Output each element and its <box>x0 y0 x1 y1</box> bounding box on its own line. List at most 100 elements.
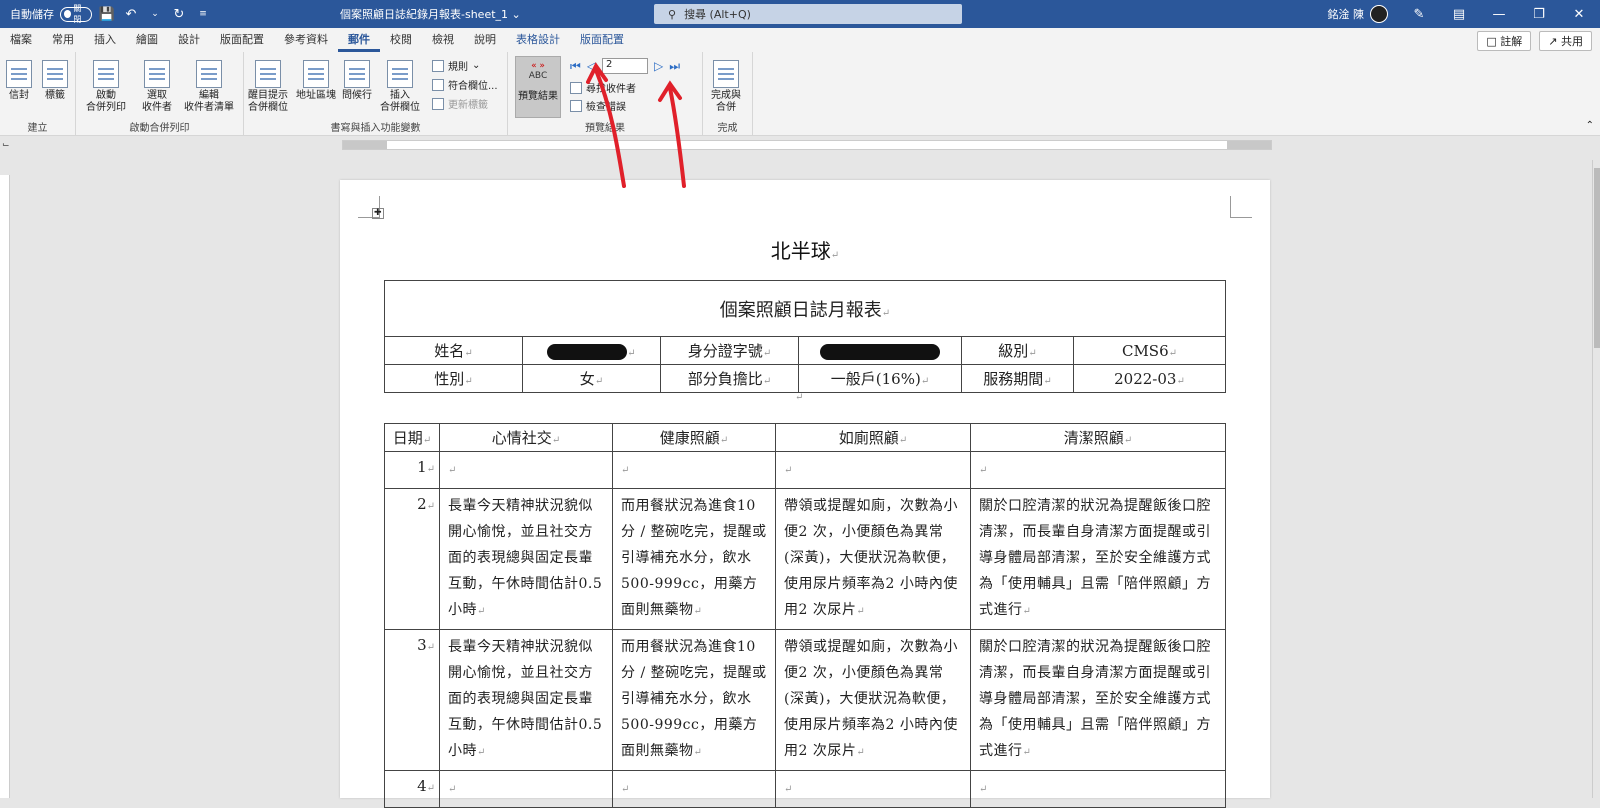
tab-3[interactable]: 繪圖 <box>126 28 168 52</box>
redacted-id <box>820 343 940 360</box>
rules-icon <box>432 59 444 72</box>
collapse-ribbon-icon[interactable]: ⌃ <box>1586 120 1594 131</box>
check-errors-button[interactable]: 檢查錯誤 <box>570 98 626 113</box>
tab-7[interactable]: 郵件 <box>338 28 380 52</box>
finish-merge-icon <box>713 60 739 88</box>
greeting-icon <box>344 60 370 88</box>
restore-icon[interactable]: ❐ <box>1530 5 1548 23</box>
user-name: 銘淦 陳 <box>1327 8 1365 21</box>
toggle-knob-icon <box>64 10 72 18</box>
select-recipients-button[interactable]: 選取 收件者 <box>142 60 172 114</box>
search-box[interactable]: ⚲ 搜尋 (Alt+Q) <box>654 4 962 24</box>
highlight-merge-fields-button[interactable]: 醒目提示 合併欄位 <box>248 60 288 114</box>
tab-5[interactable]: 版面配置 <box>210 28 274 52</box>
recipients-icon <box>144 60 170 88</box>
customize-toolbar-icon[interactable]: ≡ <box>194 5 212 23</box>
tab-11[interactable]: 表格設計 <box>506 28 570 52</box>
toilet-cell: 帶領或提醒如廁，次數為小便2 次，小便顏色為異常(深黃)，大便狀況為軟便，使用尿… <box>775 488 971 630</box>
autosave-toggle[interactable]: 關閉 <box>60 4 92 24</box>
minimize-icon[interactable]: — <box>1490 5 1508 23</box>
finish-merge-button[interactable]: 完成與 合併 <box>711 60 741 114</box>
ribbon: 信封 標籤 建立 啟動 合併列印 選取 收件者 編輯 收件者清單 啟動合併列印 … <box>0 52 1600 136</box>
previous-record-icon[interactable]: ◁ <box>587 59 596 73</box>
mood-cell: 長輩今天精神狀況貌似開心愉悅，並且社交方面的表現總與固定長輩互動，午休時間估計0… <box>439 488 613 630</box>
gender-label-cell: 性別↵ <box>384 364 523 393</box>
health-cell: 而用餐狀況為進食10分 / 整碗吃完，提醒或引導補充水分，飲水500-999cc… <box>612 488 776 630</box>
last-record-icon[interactable]: ⏭ <box>669 59 680 74</box>
id-value-cell <box>798 336 962 365</box>
abc-icon: ABC <box>528 71 548 81</box>
gender-value-cell: 女↵ <box>522 364 661 393</box>
level-value-cell: CMS6↵ <box>1073 336 1226 365</box>
tab-10[interactable]: 說明 <box>464 28 506 52</box>
tab-1[interactable]: 常用 <box>42 28 84 52</box>
designer-pen-icon[interactable]: ✎ <box>1410 5 1428 23</box>
find-recipient-button[interactable]: 尋找收件者 <box>570 80 636 95</box>
update-labels-icon <box>432 97 444 110</box>
tab-2[interactable]: 插入 <box>84 28 126 52</box>
header-cell: 清潔照顧↵ <box>970 423 1226 452</box>
chevron-down-icon[interactable]: ⌄ <box>146 5 164 23</box>
tab-12[interactable]: 版面配置 <box>570 28 634 52</box>
start-mail-merge-button[interactable]: 啟動 合併列印 <box>86 60 126 114</box>
rules-button[interactable]: 規則 ⌄ <box>432 58 480 73</box>
envelope-icon <box>6 60 32 88</box>
tab-9[interactable]: 檢視 <box>422 28 464 52</box>
document-title[interactable]: 個案照顧日誌紀錄月報表-sheet_1 ⌄ <box>340 6 521 22</box>
next-record-icon[interactable]: ▷ <box>654 59 663 73</box>
tab-4[interactable]: 設計 <box>168 28 210 52</box>
ribbon-display-icon[interactable]: ▤ <box>1450 5 1468 23</box>
table-move-handle-icon[interactable]: ✚ <box>372 208 384 219</box>
clean-cell: ↵ <box>970 770 1226 808</box>
update-labels-button[interactable]: 更新標籤 <box>432 96 488 111</box>
table-row: 3↵ 長輩今天精神狀況貌似開心愉悅，並且社交方面的表現總與固定長輩互動，午休時間… <box>384 629 1226 771</box>
search-icon: ⚲ <box>668 7 677 21</box>
level-label-cell: 級別↵ <box>961 336 1074 365</box>
report-title-cell: 個案照顧日誌月報表↵ <box>384 280 1226 337</box>
close-icon[interactable]: ✕ <box>1570 5 1588 23</box>
table-row: 1↵ ↵ ↵ ↵ ↵ <box>384 451 1226 489</box>
ruler-margin-right <box>1227 141 1271 149</box>
user-account[interactable]: 銘淦 陳 <box>1327 5 1388 23</box>
share-button[interactable]: ↗ 共用 <box>1539 31 1592 51</box>
group-label: 建立 <box>27 123 48 134</box>
greeting-line-button[interactable]: 問候行 <box>342 60 372 102</box>
labels-icon <box>42 60 68 88</box>
address-block-button[interactable]: 地址區塊 <box>296 60 336 102</box>
first-record-icon[interactable]: ⏮ <box>570 59 581 74</box>
tab-8[interactable]: 校閱 <box>380 28 422 52</box>
copay-value-cell: 一般戶(16%)↵ <box>798 364 962 393</box>
period-label-cell: 服務期間↵ <box>961 364 1074 393</box>
edit-recipient-list-button[interactable]: 編輯 收件者清單 <box>184 60 234 114</box>
redacted-name <box>547 343 628 360</box>
tab-0[interactable]: 檔案 <box>0 28 42 52</box>
record-navigation: ⏮ ◁ 2 ▷ ⏭ <box>570 58 680 74</box>
preview-results-label: 預覽結果 <box>518 91 558 102</box>
redo-icon[interactable]: ↻ <box>170 5 188 23</box>
save-icon[interactable]: 💾 <box>98 5 116 23</box>
health-cell: 而用餐狀況為進食10分 / 整碗吃完，提醒或引導補充水分，飲水500-999cc… <box>612 629 776 771</box>
undo-icon[interactable]: ↶ <box>122 5 140 23</box>
mood-cell: 長輩今天精神狀況貌似開心愉悅，並且社交方面的表現總與固定長輩互動，午休時間估計0… <box>439 629 613 771</box>
horizontal-ruler[interactable] <box>342 140 1272 150</box>
scrollbar-thumb[interactable] <box>1594 168 1600 348</box>
insert-merge-field-button[interactable]: 插入 合併欄位 <box>380 60 420 114</box>
tab-6[interactable]: 參考資料 <box>274 28 338 52</box>
mood-cell: ↵ <box>439 770 613 808</box>
search-placeholder: 搜尋 (Alt+Q) <box>684 8 751 21</box>
document-page[interactable]: ✚ 北半球↵ 個案照顧日誌月報表↵ 姓名↵ ↵ 身分證字號↵ 級別↵ CMS6↵… <box>340 180 1270 808</box>
preview-results-button[interactable]: « » ABC 預覽結果 <box>515 56 561 118</box>
day-cell: 2↵ <box>384 488 440 630</box>
envelopes-button[interactable]: 信封 <box>6 60 32 102</box>
day-cell: 1↵ <box>384 451 440 489</box>
record-number-input[interactable]: 2 <box>602 58 649 74</box>
labels-button[interactable]: 標籤 <box>42 60 68 102</box>
mood-cell: ↵ <box>439 451 613 489</box>
tab-selector-icon[interactable]: ⌙ <box>2 140 10 150</box>
vertical-scrollbar[interactable] <box>1592 160 1600 798</box>
mail-merge-icon <box>93 60 119 88</box>
vertical-ruler[interactable] <box>0 175 10 798</box>
group-finish: 完成與 合併 完成 <box>703 52 753 136</box>
comments-button[interactable]: □ 註解 <box>1477 31 1532 51</box>
match-fields-button[interactable]: 符合欄位... <box>432 77 498 92</box>
